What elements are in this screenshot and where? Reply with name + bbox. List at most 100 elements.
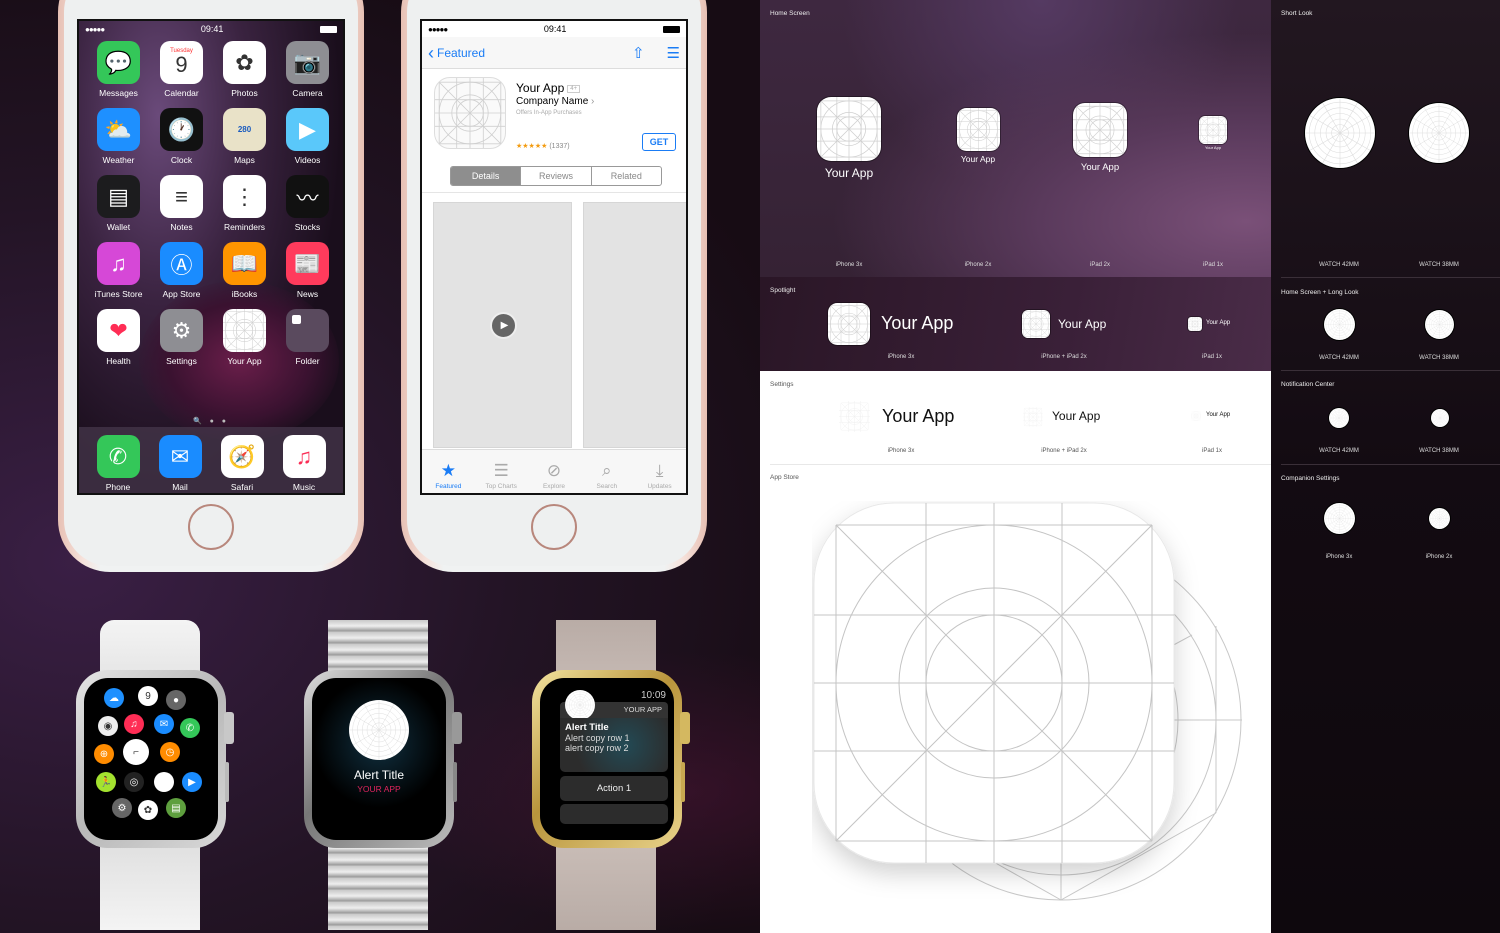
calendar-icon[interactable]: 9	[138, 686, 158, 706]
alert-title: Alert Title	[565, 722, 609, 733]
app-label: Phone	[105, 482, 131, 492]
home-button[interactable]	[531, 504, 577, 550]
segment-related[interactable]: Related	[592, 167, 661, 185]
activity-run-icon[interactable]: 🏃	[96, 772, 116, 792]
app-ibooks[interactable]: 📖 iBooks	[213, 242, 276, 299]
app-camera[interactable]: 📷 Camera	[276, 41, 339, 98]
maps-icon[interactable]: ◉	[98, 716, 118, 736]
company-link[interactable]: Company Name ›	[516, 96, 594, 107]
app-news[interactable]: 📰 News	[276, 242, 339, 299]
mail-icon[interactable]: ✉	[154, 714, 174, 734]
rating-count: (1337)	[549, 143, 570, 150]
activity-rings-icon[interactable]: ◎	[124, 772, 144, 792]
nav-bar: ‹ Featured ⇧ ☰	[422, 37, 686, 69]
tab-search[interactable]: ⌕ Search	[580, 450, 633, 493]
app-videos[interactable]: ▶ Videos	[276, 108, 339, 165]
app-label: Your App	[1058, 317, 1107, 331]
camera-remote-icon[interactable]: ●	[166, 690, 186, 710]
download-icon: ⤓	[655, 461, 664, 480]
action-button[interactable]: Action 1	[560, 776, 668, 801]
photos-icon[interactable]: ✿	[138, 800, 158, 820]
settings-icon: ⚙	[160, 309, 203, 352]
app-wallet[interactable]: ▤ Wallet	[87, 175, 150, 232]
music-icon[interactable]: ♫	[124, 714, 144, 734]
watch-case: Alert Title YOUR APP	[304, 670, 462, 848]
digital-crown[interactable]	[224, 712, 234, 744]
app-app-store[interactable]: Ⓐ App Store	[150, 242, 213, 299]
side-button[interactable]	[225, 762, 229, 802]
watch-icon-grid-icon	[1425, 310, 1454, 339]
app-icon	[434, 77, 506, 149]
app-folder[interactable]: Folder	[276, 309, 339, 366]
app-settings[interactable]: ⚙ Settings	[150, 309, 213, 366]
segment-details[interactable]: Details	[451, 167, 522, 185]
app-label: Mail	[172, 482, 188, 492]
app-label: Calendar	[164, 88, 199, 98]
app-name: YOUR APP	[623, 705, 662, 714]
app-photos[interactable]: ✿ Photos	[213, 41, 276, 98]
share-icon[interactable]: ⇧	[632, 44, 645, 62]
icon-grid-icon	[435, 78, 505, 148]
app-itunes-store[interactable]: ♫ iTunes Store	[87, 242, 150, 299]
play-icon[interactable]: ▶	[490, 312, 517, 339]
tab-featured[interactable]: ★ Featured	[422, 450, 475, 493]
size-label: WATCH 42MM	[1319, 448, 1359, 454]
app-stocks[interactable]: 〰 Stocks	[276, 175, 339, 232]
screenshot-placeholder[interactable]	[583, 202, 686, 448]
digital-crown[interactable]	[452, 712, 462, 744]
digital-crown[interactable]	[680, 712, 690, 744]
app-phone[interactable]: ✆ Phone	[87, 435, 149, 493]
world-clock-icon[interactable]: ⊕	[94, 744, 114, 764]
app-notes[interactable]: ≡ Notes	[150, 175, 213, 232]
settings-icon[interactable]: ⚙	[112, 798, 132, 818]
app-messages[interactable]: 💬 Messages	[87, 41, 150, 98]
list-menu-icon[interactable]: ☰	[667, 44, 680, 62]
weather-icon[interactable]: ☁	[104, 688, 124, 708]
passbook-icon[interactable]: ▤	[166, 798, 186, 818]
segment-reviews[interactable]: Reviews	[521, 167, 592, 185]
watch-case: ☁ 9 ● ◉ ♫ ✉ ✆ ⊕ ⌐ ◷ 🏃 ◎ ▶ ⚙ ✿ ▤	[76, 670, 234, 848]
tab-bar: ★ Featured ☰ Top Charts ⊘ Explore ⌕ Search ⤓ Upda…	[422, 449, 686, 493]
signal-indicator: ●●●●●	[428, 24, 448, 34]
wallet-icon: ▤	[97, 175, 140, 218]
calendar-icon: Tuesday 9	[160, 41, 203, 84]
tab-explore[interactable]: ⊘ Explore	[528, 450, 581, 493]
tab-updates[interactable]: ⤓ Updates	[633, 450, 686, 493]
iphone-home-mockup: ●●●●● 09:41 💬 Messages Tuesday 9 Calendar ✿ Ph…	[58, 0, 364, 572]
home-button[interactable]	[188, 504, 234, 550]
back-button[interactable]: ‹ Featured	[428, 44, 485, 62]
action-button-2[interactable]	[560, 804, 668, 824]
screenshot-placeholder[interactable]: ▶	[433, 202, 572, 448]
app-calendar[interactable]: Tuesday 9 Calendar	[150, 41, 213, 98]
clock-face-icon[interactable]: ⌐	[123, 739, 149, 765]
app-mail[interactable]: ✉ Mail	[149, 435, 211, 493]
phone-icon[interactable]: ✆	[180, 718, 200, 738]
app-maps[interactable]: 280 Maps	[213, 108, 276, 165]
timer-icon[interactable]: ◷	[160, 742, 180, 762]
app-label: iBooks	[231, 289, 258, 299]
status-bar: ●●●●● 09:41	[422, 21, 686, 37]
long-look-screen: 10:09 YOUR APP Alert Title Alert copy ro…	[540, 678, 674, 840]
app-label: Music	[292, 482, 316, 492]
app-label: App Store	[162, 289, 201, 299]
side-button[interactable]	[453, 762, 457, 802]
watch-your-app-icon[interactable]	[154, 772, 174, 792]
app-clock[interactable]: 🕐 Clock	[150, 108, 213, 165]
settings-template: Settings Your App Your App Your App iPho…	[760, 371, 1271, 933]
page-indicator[interactable]: 🔍 ● ●	[79, 417, 343, 425]
size-label: WATCH 38MM	[1419, 355, 1459, 361]
app-label: Camera	[292, 88, 323, 98]
app-reminders[interactable]: ⋮ Reminders	[213, 175, 276, 232]
app-your-app[interactable]: Your App	[213, 309, 276, 366]
rating: ★★★★★ (1337)	[516, 142, 570, 150]
app-music[interactable]: ♫ Music	[273, 435, 335, 493]
safari-icon: 🧭	[220, 435, 264, 478]
app-weather[interactable]: ⛅ Weather	[87, 108, 150, 165]
app-health[interactable]: ❤ Health	[87, 309, 150, 366]
size-label: iPhone 2x	[1425, 554, 1453, 560]
tab-top-charts[interactable]: ☰ Top Charts	[475, 450, 528, 493]
side-button[interactable]	[681, 762, 685, 802]
app-safari[interactable]: 🧭 Safari	[211, 435, 273, 493]
get-button[interactable]: GET	[642, 133, 676, 151]
remote-icon[interactable]: ▶	[182, 772, 202, 792]
